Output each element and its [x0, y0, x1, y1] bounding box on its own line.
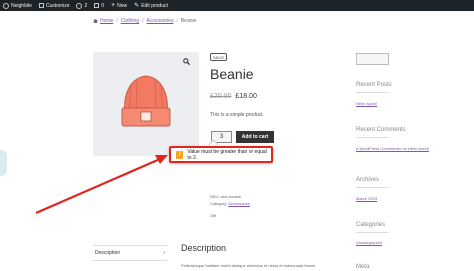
new-label: New — [117, 2, 128, 9]
description-text: Pellentesque habitant morbi tristique se… — [181, 263, 316, 268]
categories-heading: Categories — [356, 222, 386, 228]
product-meta: SKU: woo-beanie Category: Accessories — [210, 193, 250, 207]
refresh-icon — [76, 2, 83, 9]
regular-price: £20.00 — [210, 93, 232, 100]
comment-post-link[interactable]: Hello world! — [408, 146, 429, 151]
breadcrumb-accessories[interactable]: Accessories — [146, 18, 173, 24]
sale-badge: SALE! — [210, 53, 227, 61]
validation-tooltip: ! Value must be greater than or equal to… — [169, 146, 273, 163]
breadcrumb: Home / Clothing / Accessories / Beanie — [93, 18, 196, 24]
comments-menu[interactable]: 0 — [94, 3, 104, 9]
category-link[interactable]: Accessories — [228, 201, 250, 206]
product-title: Beanie — [210, 66, 254, 82]
brush-icon — [38, 3, 44, 8]
tab-description-label: Description — [95, 250, 121, 256]
meta-heading: Meta — [356, 264, 370, 270]
divider — [356, 137, 389, 138]
comment-author-link[interactable]: A WordPress Commenter — [356, 146, 401, 151]
breadcrumb-current: Beanie — [180, 18, 197, 24]
site-name-menu[interactable]: Neighbile — [3, 2, 32, 9]
product-image[interactable] — [93, 52, 199, 156]
divider — [356, 187, 389, 188]
short-description: This is a simple product. — [210, 112, 264, 118]
tab-description[interactable]: Description › — [93, 245, 167, 261]
warning-icon: ! — [176, 150, 184, 159]
add-to-cart-button[interactable]: Add to cart — [236, 131, 274, 143]
comment-icon — [94, 3, 100, 8]
home-icon — [93, 19, 98, 23]
pencil-icon: ✎ — [134, 2, 140, 9]
breadcrumb-separator: / — [116, 18, 118, 24]
sku: SKU: woo-beanie — [210, 194, 242, 199]
archives-heading: Archives — [356, 177, 380, 183]
beanie-illustration — [121, 75, 171, 127]
description-heading: Description — [181, 243, 227, 253]
category-line: Category: Accessories — [210, 200, 250, 207]
new-content-menu[interactable]: + New — [111, 2, 127, 9]
recent-comments-heading: Recent Comments — [356, 127, 406, 133]
sidebar-search-box[interactable] — [356, 53, 389, 65]
breadcrumb-home[interactable]: Home — [100, 18, 113, 24]
breadcrumb-separator: / — [176, 18, 178, 24]
edit-product-menu[interactable]: ✎ Edit product — [134, 3, 168, 9]
quantity-value: 3 — [219, 134, 224, 140]
plus-icon: + — [111, 2, 116, 9]
site-name: Neighbile — [11, 2, 32, 9]
validation-message: Value must be greater than or equal to 2… — [187, 148, 267, 161]
chevron-right-icon: › — [163, 250, 165, 256]
category-link-sidebar[interactable]: Uncategorized — [356, 240, 382, 246]
category-prefix: Category: — [210, 201, 228, 206]
customize-label: Customize — [45, 2, 70, 9]
divider — [356, 232, 389, 233]
product-price: £20.00 £18.00 — [210, 93, 257, 100]
wp-admin-bar: Neighbile Customize 2 0 + New ✎ Edit pro… — [0, 0, 474, 11]
edit-product-label: Edit product — [141, 2, 168, 9]
breadcrumb-separator: / — [142, 18, 144, 24]
recent-comment-item: A WordPress Commenter on Hello world! — [356, 146, 466, 152]
recent-posts-heading: Recent Posts — [356, 82, 392, 88]
breadcrumb-clothing[interactable]: Clothing — [121, 18, 139, 24]
customize-menu[interactable]: Customize — [38, 2, 70, 9]
left-edge-panel — [0, 150, 7, 176]
recent-post-link[interactable]: Hello world! — [356, 101, 377, 107]
archive-link[interactable]: March 2023 — [356, 196, 377, 202]
comments-count: 0 — [101, 2, 105, 9]
gift-label: Gift — [210, 213, 217, 218]
updates-menu[interactable]: 2 — [76, 2, 88, 9]
sale-price: £18.00 — [235, 93, 257, 100]
zoom-icon[interactable] — [183, 58, 191, 66]
comment-on-text: on — [402, 146, 407, 151]
divider — [356, 92, 389, 93]
updates-count: 2 — [84, 2, 88, 9]
house-icon — [3, 2, 9, 9]
